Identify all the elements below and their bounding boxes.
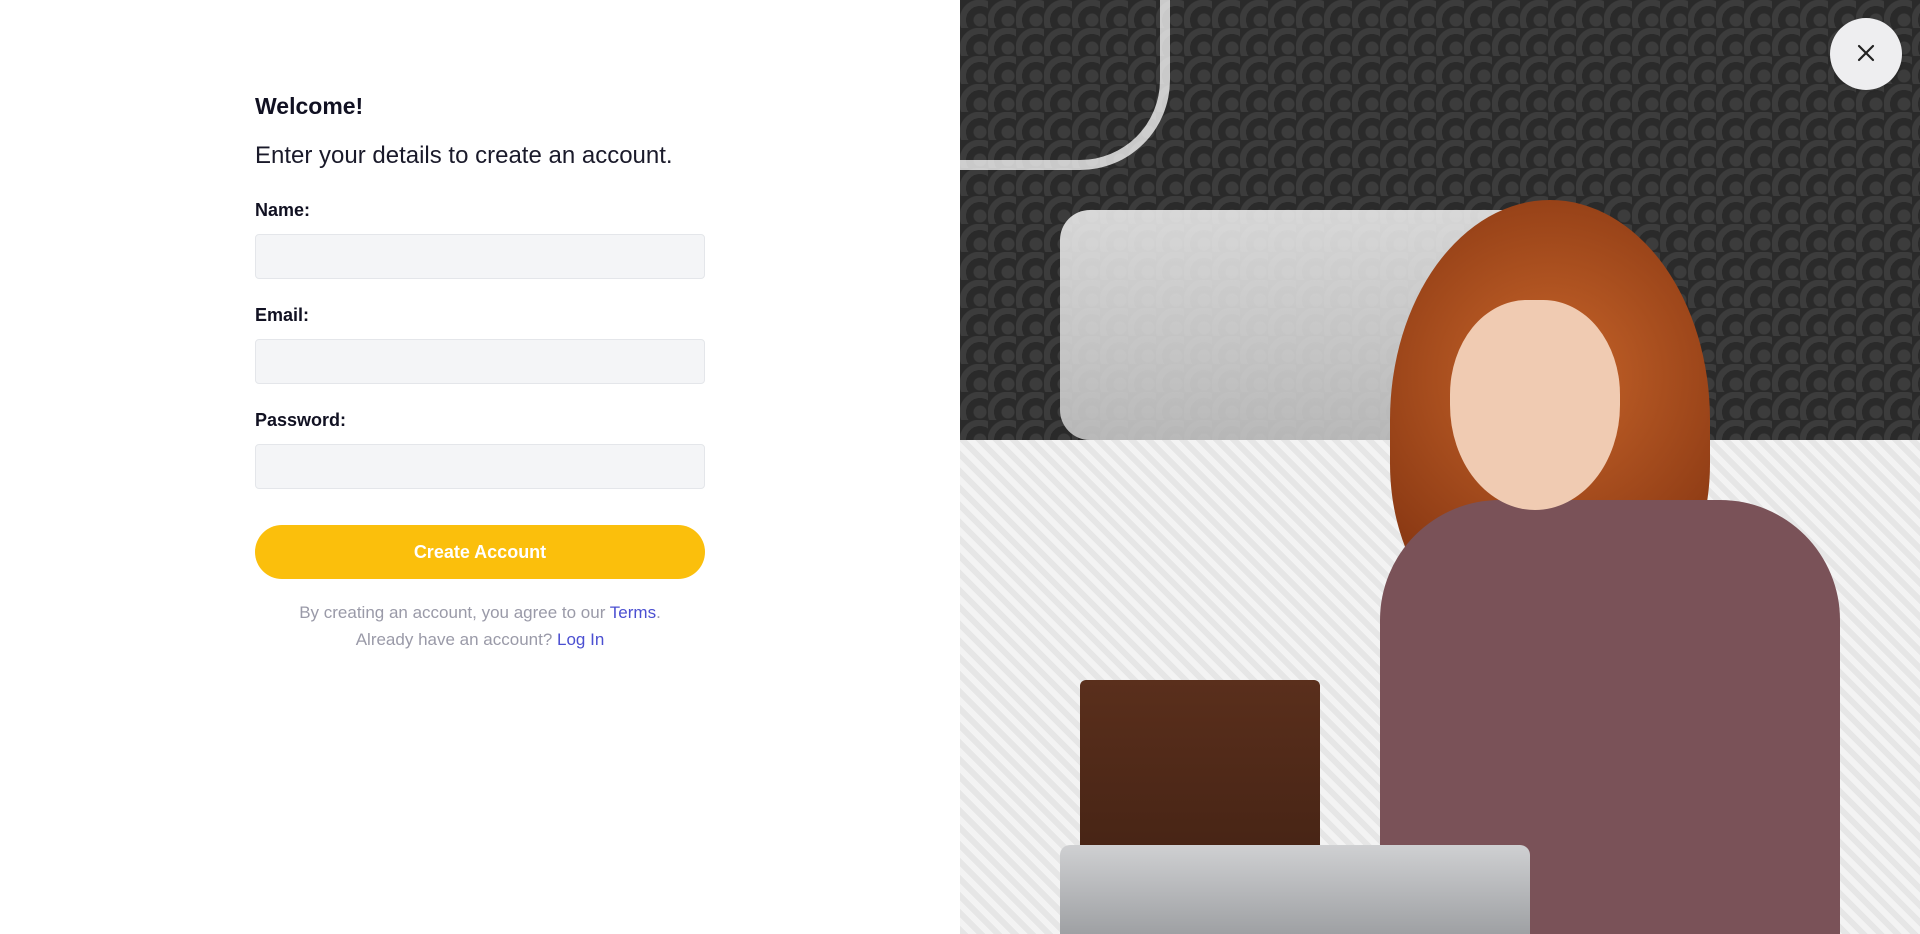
legal-text: By creating an account, you agree to our… xyxy=(255,599,705,653)
terms-line: By creating an account, you agree to our… xyxy=(255,599,705,626)
photo-neon-sign xyxy=(960,0,1170,170)
email-label: Email: xyxy=(255,305,310,325)
terms-suffix: . xyxy=(656,603,661,622)
password-label: Password: xyxy=(255,410,347,430)
login-link[interactable]: Log In xyxy=(557,630,604,649)
password-field[interactable] xyxy=(255,444,705,489)
signup-subtitle: Enter your details to create an account. xyxy=(255,142,673,169)
signup-panel: Welcome! Enter your details to create an… xyxy=(0,0,960,934)
photo-person-face xyxy=(1450,300,1620,510)
photo-laptop xyxy=(1060,845,1530,934)
login-prefix: Already have an account? xyxy=(355,630,558,649)
close-icon xyxy=(1856,43,1876,66)
terms-link[interactable]: Terms xyxy=(610,603,656,622)
signup-form: Welcome! Enter your details to create an… xyxy=(255,90,705,653)
signup-modal: Welcome! Enter your details to create an… xyxy=(0,0,1920,934)
hero-image xyxy=(960,0,1920,934)
name-field[interactable] xyxy=(255,234,705,279)
welcome-title: Welcome! xyxy=(255,93,364,119)
terms-prefix: By creating an account, you agree to our xyxy=(299,603,610,622)
email-field[interactable] xyxy=(255,339,705,384)
name-label: Name: xyxy=(255,200,311,220)
close-button[interactable] xyxy=(1830,18,1902,90)
create-account-button[interactable]: Create Account xyxy=(255,525,705,579)
login-line: Already have an account? Log In xyxy=(255,626,705,653)
